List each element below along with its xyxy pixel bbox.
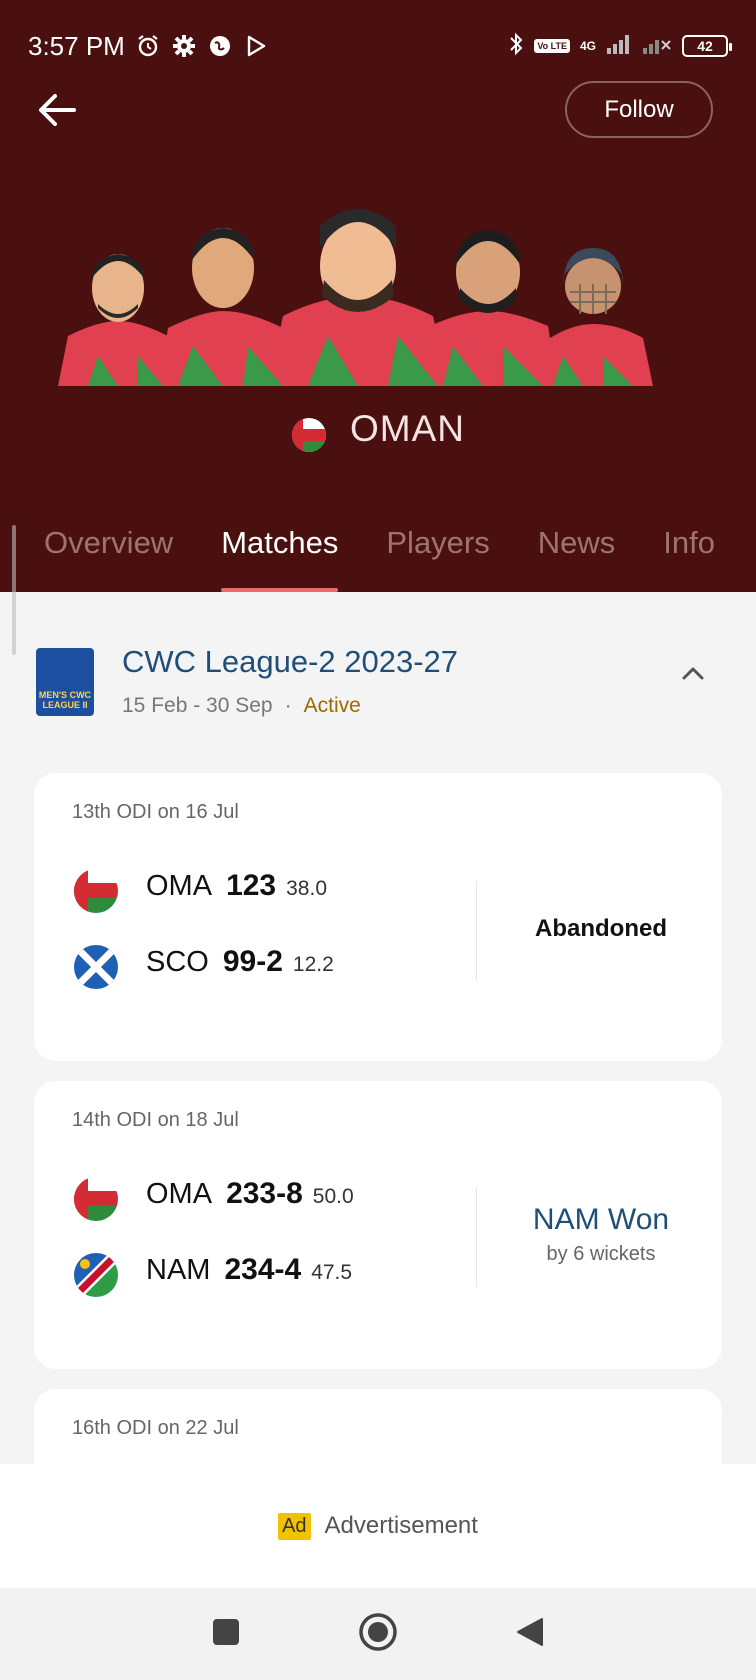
back-button[interactable]	[34, 88, 80, 134]
team-row: SCO 99-2 12.2	[74, 945, 334, 989]
tab-info[interactable]: Info	[663, 525, 715, 592]
divider	[476, 881, 477, 981]
arrow-left-icon	[38, 93, 76, 130]
oman-flag-icon	[74, 869, 118, 913]
team-row: OMA 233-8 50.0	[74, 1177, 354, 1221]
signal-icon	[642, 33, 672, 60]
team-header: 3:57 PM Vo LTE 4G 42 Follow OMAN Overvie…	[0, 0, 756, 655]
gear-icon	[171, 33, 197, 59]
system-nav-bar	[0, 1588, 756, 1680]
team-overs: 38.0	[286, 877, 327, 900]
ad-text: Advertisement	[324, 1512, 478, 1539]
match-meta: 13th ODI on 16 Jul	[72, 801, 239, 823]
tab-matches[interactable]: Matches	[221, 525, 339, 592]
scotland-flag-icon	[74, 945, 118, 989]
match-result: Abandoned	[480, 915, 722, 943]
battery-indicator: 42	[682, 35, 732, 57]
ad-banner[interactable]: Ad Advertisement	[0, 1464, 756, 1588]
namibia-flag-icon	[74, 1253, 118, 1297]
team-score: 234-4	[224, 1253, 302, 1286]
oman-flag-icon	[74, 1177, 118, 1221]
back-nav-button[interactable]	[510, 1614, 550, 1654]
home-button[interactable]	[358, 1612, 398, 1657]
team-abbr: SCO	[146, 946, 209, 978]
team-players-illustration	[58, 196, 698, 386]
divider	[476, 1187, 477, 1287]
status-time: 3:57 PM	[28, 30, 125, 61]
result-text: Abandoned	[535, 915, 667, 942]
result-detail: by 6 wickets	[546, 1243, 656, 1265]
square-icon	[211, 1617, 241, 1652]
match-result: NAM Won by 6 wickets	[480, 1203, 722, 1266]
tab-bar: Overview Matches Players News Info	[0, 525, 756, 592]
alarm-icon	[135, 33, 161, 59]
status-right: Vo LTE 4G 42	[508, 31, 732, 62]
series-header[interactable]: MEN'S CWC LEAGUE II CWC League-2 2023-27…	[0, 640, 756, 720]
follow-button[interactable]: Follow	[565, 81, 713, 138]
tab-players[interactable]: Players	[386, 525, 489, 592]
status-bar: 3:57 PM Vo LTE 4G 42	[28, 28, 732, 64]
series-title[interactable]: CWC League-2 2023-27	[122, 644, 458, 680]
play-icon	[243, 33, 269, 59]
circle-icon	[358, 1612, 398, 1657]
match-meta: 14th ODI on 18 Jul	[72, 1109, 239, 1131]
team-overs: 47.5	[311, 1261, 353, 1284]
team-abbr: NAM	[146, 1254, 211, 1286]
team-row: OMA 123 38.0	[74, 869, 327, 913]
tab-overview[interactable]: Overview	[44, 525, 173, 592]
match-meta: 16th ODI on 22 Jul	[72, 1417, 239, 1439]
volte-icon: Vo LTE	[534, 39, 570, 53]
browser-icon	[207, 33, 233, 59]
team-abbr: OMA	[146, 870, 213, 902]
series-status: Active	[303, 694, 361, 717]
series-logo: MEN'S CWC LEAGUE II	[36, 648, 94, 716]
series-dates: 15 Feb - 30 Sep · Active	[122, 694, 361, 718]
team-score: 99-2	[222, 945, 283, 978]
team-score: 123	[226, 869, 277, 902]
series-date-range: 15 Feb - 30 Sep	[122, 694, 273, 717]
chevron-up-icon	[682, 666, 704, 685]
tab-news[interactable]: News	[538, 525, 616, 592]
team-score: 233-8	[226, 1177, 303, 1210]
signal-icon	[606, 33, 632, 60]
bluetooth-icon	[508, 31, 524, 62]
network-label: 4G	[579, 39, 596, 53]
team-overs: 12.2	[292, 953, 334, 976]
team-name: OMAN	[350, 408, 465, 449]
team-overs: 50.0	[312, 1185, 354, 1208]
triangle-left-icon	[515, 1616, 545, 1653]
collapse-button[interactable]	[678, 660, 708, 690]
recents-button[interactable]	[206, 1614, 246, 1654]
ad-badge: Ad	[278, 1512, 311, 1540]
separator-dot: ·	[284, 694, 292, 717]
match-card[interactable]: 14th ODI on 18 Jul OMA 233-8 50.0 NAM 23…	[34, 1081, 722, 1369]
match-card[interactable]: 13th ODI on 16 Jul OMA 123 38.0 SCO 99-2…	[34, 773, 722, 1061]
oman-flag-icon	[292, 418, 326, 452]
result-text: NAM Won	[532, 1203, 670, 1236]
team-abbr: OMA	[146, 1178, 213, 1210]
team-row: NAM 234-4 47.5	[74, 1253, 352, 1297]
